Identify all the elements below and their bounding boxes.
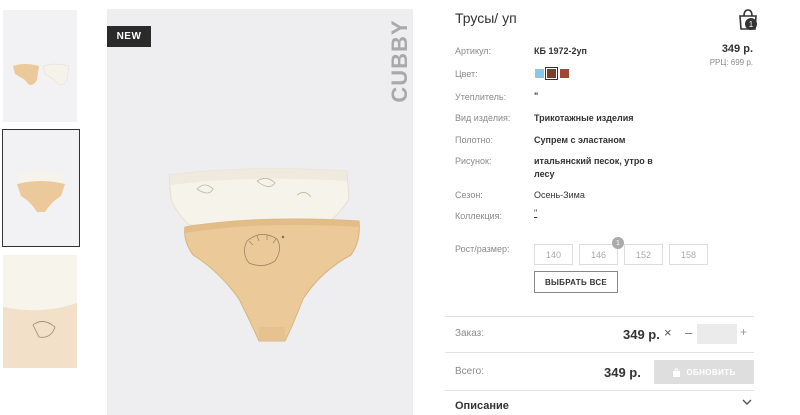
product-title: Трусы/ уп bbox=[455, 10, 517, 26]
thumbnail-image bbox=[3, 255, 77, 368]
rrc-price: РРЦ: 699 р. bbox=[709, 58, 753, 67]
divider bbox=[445, 390, 754, 391]
article-value: КБ 1972-2уп bbox=[534, 46, 587, 56]
quantity-input[interactable] bbox=[697, 324, 737, 344]
select-all-button[interactable]: ВЫБРАТЬ ВСЕ bbox=[534, 271, 618, 293]
size-option-152[interactable]: 152 bbox=[624, 244, 663, 265]
chevron-down-icon[interactable] bbox=[742, 398, 752, 409]
season-value: Осень-Зима bbox=[534, 190, 585, 200]
description-toggle[interactable]: Описание bbox=[455, 400, 509, 412]
size-count-badge: 1 bbox=[612, 237, 624, 249]
fabric-value: Супрем с эластаном bbox=[534, 135, 626, 145]
brand-logo: CUBBY bbox=[387, 19, 412, 103]
color-swatch-brown-selected[interactable] bbox=[545, 67, 558, 80]
update-button[interactable]: ОБНОВИТЬ bbox=[654, 360, 754, 384]
decrease-quantity-button[interactable]: – bbox=[685, 325, 692, 340]
main-product-image[interactable]: NEW CUBBY bbox=[107, 9, 413, 415]
multiply-icon: × bbox=[664, 325, 672, 340]
color-swatch-rust[interactable] bbox=[560, 69, 569, 78]
thumbnail-2[interactable] bbox=[2, 129, 80, 247]
update-button-label: ОБНОВИТЬ bbox=[686, 367, 736, 377]
new-badge: NEW bbox=[107, 26, 151, 47]
pattern-value: итальянский песок, утро в лесу bbox=[534, 156, 653, 179]
thumbnail-3[interactable] bbox=[3, 255, 77, 368]
divider bbox=[445, 352, 754, 353]
insulation-label: Утеплитель: bbox=[455, 92, 507, 102]
thumbnail-image bbox=[3, 10, 77, 122]
cart-count-badge: 1 bbox=[745, 18, 757, 30]
collection-value[interactable]: " bbox=[534, 207, 537, 220]
pattern-label: Рисунок: bbox=[455, 156, 492, 166]
total-label: Всего: bbox=[455, 366, 484, 377]
season-label: Сезон: bbox=[455, 190, 483, 200]
order-price: 349 р. bbox=[623, 327, 660, 342]
thumbnail-image bbox=[3, 130, 78, 245]
total-price: 349 р. bbox=[604, 365, 641, 380]
item-type-value: Трикотажные изделия bbox=[534, 113, 634, 123]
item-type-label: Вид изделия: bbox=[455, 113, 511, 123]
order-label: Заказ: bbox=[455, 328, 485, 339]
size-option-140[interactable]: 140 bbox=[534, 244, 573, 265]
collection-label: Коллекция: bbox=[455, 211, 503, 221]
divider bbox=[445, 316, 754, 317]
product-price: 349 р. bbox=[721, 43, 753, 55]
article-label: Артикул: bbox=[455, 46, 492, 56]
product-photo bbox=[168, 168, 360, 342]
color-swatch-light-blue[interactable] bbox=[535, 69, 544, 78]
thumbnail-1[interactable] bbox=[3, 10, 77, 122]
size-option-158[interactable]: 158 bbox=[669, 244, 708, 265]
bag-icon bbox=[673, 367, 681, 377]
increase-quantity-button[interactable]: + bbox=[740, 325, 747, 339]
color-label: Цвет: bbox=[455, 69, 478, 79]
size-label: Рост/размер: bbox=[455, 244, 510, 254]
insulation-value: " bbox=[534, 91, 539, 101]
fabric-label: Полотно: bbox=[455, 135, 494, 145]
size-option-146[interactable]: 146 bbox=[579, 244, 618, 265]
